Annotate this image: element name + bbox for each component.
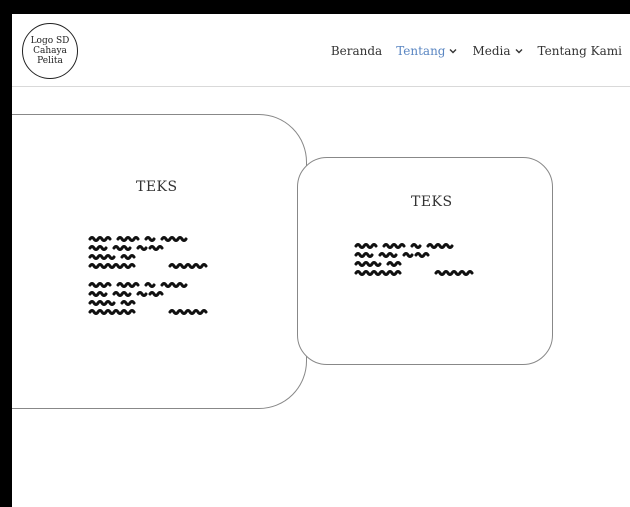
site-header: Logo SD Cahaya Pelita Beranda Tentang Me… <box>12 14 630 87</box>
nav-label: Tentang <box>396 44 446 58</box>
nav-label: Beranda <box>330 44 383 58</box>
content-card-right: TEKS <box>297 157 553 365</box>
nav-label: Tentang Kami <box>537 44 622 58</box>
card-title: TEKS <box>411 194 453 210</box>
placeholder-text-scribble <box>354 243 474 276</box>
nav-item-tentang[interactable]: Tentang <box>396 44 458 58</box>
chevron-down-icon <box>515 49 523 54</box>
site-logo[interactable]: Logo SD Cahaya Pelita <box>22 23 78 79</box>
nav-item-media[interactable]: Media <box>472 44 523 58</box>
card-title: TEKS <box>136 179 178 195</box>
nav-item-tentang-kami[interactable]: Tentang Kami <box>538 44 622 58</box>
page: Logo SD Cahaya Pelita Beranda Tentang Me… <box>12 14 630 507</box>
content-card-left: TEKS <box>12 114 307 409</box>
nav-item-beranda[interactable]: Beranda <box>331 44 382 58</box>
window-frame: Logo SD Cahaya Pelita Beranda Tentang Me… <box>0 0 630 507</box>
main-nav: Beranda Tentang Media Tentang Kami <box>331 44 622 58</box>
logo-text: Logo SD Cahaya Pelita <box>30 36 70 66</box>
nav-label: Media <box>472 44 511 58</box>
chevron-down-icon <box>449 49 457 54</box>
placeholder-text-scribble <box>88 236 208 315</box>
